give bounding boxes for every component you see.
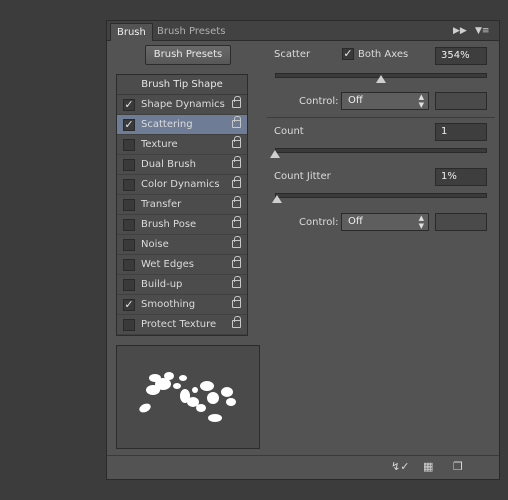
lock-icon[interactable] [232,176,241,188]
scatter-control-select[interactable]: Off ▲ ▼ [341,92,429,110]
select-arrows-icon: ▲ ▼ [418,93,424,109]
option-checkbox[interactable] [123,199,135,211]
scatter-control-value: Off [348,95,363,106]
lock-icon[interactable] [232,196,241,208]
scatter-control-label: Control: [299,96,339,107]
toggle-live-tip-preview-icon[interactable]: ↯✓ [391,460,409,473]
open-preset-manager-icon[interactable]: ▦ [423,460,433,473]
lock-icon[interactable] [232,156,241,168]
lock-icon[interactable] [232,116,241,128]
scatter-label: Scatter [274,49,311,60]
select-arrows-icon: ▲ ▼ [418,214,424,230]
option-checkbox[interactable] [123,139,135,151]
create-new-brush-icon[interactable]: ❐ [453,460,463,473]
brush-option-scattering[interactable]: ✓ Scattering [117,115,247,135]
lock-icon[interactable] [232,276,241,288]
option-label: Wet Edges [141,259,194,270]
option-label: Shape Dynamics [141,99,225,110]
panel-footer: ↯✓ ▦ ❐ [107,455,499,479]
brush-tip-shape-item[interactable]: Brush Tip Shape [117,75,247,95]
lock-icon[interactable] [232,256,241,268]
option-checkbox[interactable]: ✓ [123,299,135,311]
option-checkbox[interactable] [123,279,135,291]
divider [267,117,495,118]
count-jitter-control-extra [435,213,487,231]
lock-icon[interactable] [232,216,241,228]
lock-icon[interactable] [232,296,241,308]
option-label: Noise [141,239,169,250]
option-label: Build-up [141,279,183,290]
option-label: Smoothing [141,299,196,310]
brush-option-transfer[interactable]: Transfer [117,195,247,215]
both-axes-checkbox[interactable]: ✓ [342,48,354,60]
lock-icon[interactable] [232,136,241,148]
option-label: Scattering [141,119,193,130]
option-label: Transfer [141,199,182,210]
lock-icon[interactable] [232,316,241,328]
brush-stroke-preview [116,345,260,449]
option-checkbox[interactable]: ✓ [123,99,135,111]
brush-option-smoothing[interactable]: ✓ Smoothing [117,295,247,315]
option-label: Color Dynamics [141,179,220,190]
count-slider-track[interactable] [275,148,487,153]
count-jitter-control-label: Control: [299,217,339,228]
brush-option-noise[interactable]: Noise [117,235,247,255]
double-arrow-icon[interactable]: ▶▶ [453,24,467,38]
option-checkbox[interactable] [123,239,135,251]
option-label: Texture [141,139,178,150]
option-checkbox[interactable] [123,179,135,191]
lock-icon[interactable] [232,96,241,108]
brush-presets-button[interactable]: Brush Presets [145,45,231,65]
count-label: Count [274,126,304,137]
brush-option-build-up[interactable]: Build-up [117,275,247,295]
panel-menu-icon[interactable]: ▼≡ [475,24,489,38]
tab-brush[interactable]: Brush [110,23,153,41]
both-axes-label: Both Axes [358,49,409,60]
option-label: Brush Pose [141,219,197,230]
count-jitter-control-select[interactable]: Off ▲ ▼ [341,213,429,231]
brush-option-protect-texture[interactable]: Protect Texture [117,315,247,335]
brush-stroke-preview-graphic [139,372,236,422]
panel-header: Brush Brush Presets ▶▶ ▼≡ [107,21,499,41]
option-checkbox[interactable]: ✓ [123,119,135,131]
brush-options-list: Brush Tip Shape ✓ Shape Dynamics ✓ Scatteri… [116,74,248,336]
option-label: Protect Texture [141,319,217,330]
brush-panel: Brush Brush Presets ▶▶ ▼≡ Brush Presets … [106,20,500,480]
count-jitter-label: Count Jitter [274,171,331,182]
brush-option-wet-edges[interactable]: Wet Edges [117,255,247,275]
brush-option-texture[interactable]: Texture [117,135,247,155]
count-jitter-control-value: Off [348,216,363,227]
lock-icon[interactable] [232,236,241,248]
brush-option-dual-brush[interactable]: Dual Brush [117,155,247,175]
brush-option-shape-dynamics[interactable]: ✓ Shape Dynamics [117,95,247,115]
scatter-value-field[interactable]: 354% [435,47,487,65]
option-checkbox[interactable] [123,159,135,171]
scatter-control-extra [435,92,487,110]
count-jitter-value-field[interactable]: 1% [435,168,487,186]
option-checkbox[interactable] [123,319,135,331]
brush-option-color-dynamics[interactable]: Color Dynamics [117,175,247,195]
tab-brush-presets[interactable]: Brush Presets [151,23,231,41]
brush-option-brush-pose[interactable]: Brush Pose [117,215,247,235]
option-label: Dual Brush [141,159,196,170]
count-jitter-slider-thumb[interactable] [272,195,283,203]
option-checkbox[interactable] [123,259,135,271]
count-slider-thumb[interactable] [270,150,280,158]
count-jitter-slider-track[interactable] [275,193,487,198]
scatter-slider-thumb[interactable] [376,75,386,83]
option-checkbox[interactable] [123,219,135,231]
count-value-field[interactable]: 1 [435,123,487,141]
